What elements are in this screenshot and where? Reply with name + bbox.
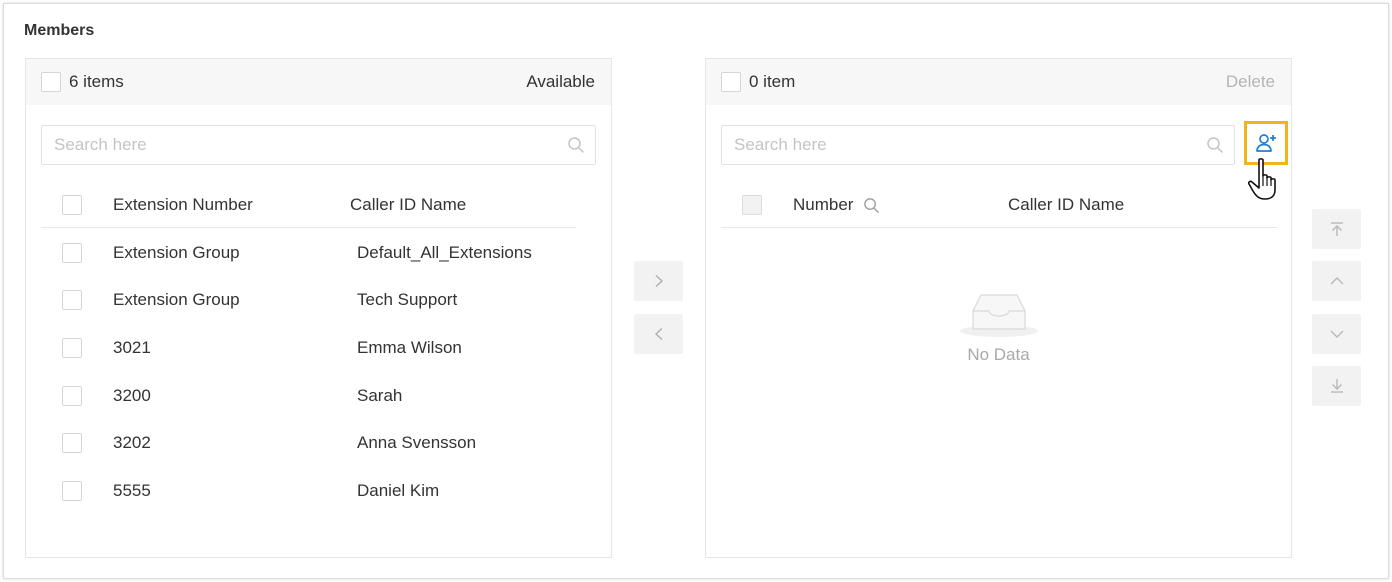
available-panel: 6 items Available Extension Number Calle… (25, 58, 612, 558)
caller-id-name: Sarah (357, 385, 403, 405)
available-panel-header: 6 items Available (26, 59, 611, 105)
search-icon[interactable] (1206, 136, 1224, 154)
selected-count: 0 item (749, 72, 796, 91)
move-to-top-button[interactable] (1312, 209, 1361, 249)
move-up-button[interactable] (1312, 261, 1361, 301)
extension-number: Extension Group (113, 290, 240, 310)
selected-panel-header: 0 item Delete (706, 59, 1291, 105)
available-title: Available (526, 72, 595, 91)
table-row[interactable]: Extension Group Default_All_Extensions (41, 229, 576, 277)
caller-id-name: Daniel Kim (357, 480, 440, 500)
selected-search[interactable] (721, 125, 1235, 165)
row-checkbox[interactable] (62, 480, 82, 501)
header-checkbox[interactable] (62, 195, 82, 215)
move-down-button[interactable] (1312, 314, 1361, 354)
selected-panel: 0 item Delete Number Caller ID Name (705, 58, 1292, 558)
header-checkbox[interactable] (742, 195, 762, 215)
chevron-down-icon (1330, 330, 1343, 338)
extension-number: 3021 (113, 337, 151, 357)
chevron-up-icon (1330, 277, 1343, 285)
user-plus-icon (1256, 134, 1276, 152)
table-row[interactable]: Extension Group Tech Support (41, 277, 576, 325)
chevron-right-icon (654, 274, 663, 288)
table-row[interactable]: 5555 Daniel Kim (41, 467, 576, 515)
extension-number: Extension Group (113, 242, 240, 262)
caller-id-name: Emma Wilson (357, 337, 462, 357)
available-count: 6 items (69, 72, 124, 91)
empty-state: No Data (706, 287, 1291, 365)
move-to-available-button[interactable] (634, 314, 683, 354)
search-icon[interactable] (863, 197, 880, 214)
empty-inbox-icon (959, 294, 1038, 337)
row-checkbox[interactable] (62, 337, 82, 358)
table-row[interactable]: 3200 Sarah (41, 372, 576, 420)
selected-table: Number Caller ID Name (721, 183, 1277, 228)
column-extension-number: Extension Number (113, 195, 253, 214)
move-to-selected-button[interactable] (634, 261, 683, 301)
selected-table-header: Number Caller ID Name (721, 183, 1277, 228)
table-row[interactable]: 3021 Emma Wilson (41, 324, 576, 372)
row-checkbox[interactable] (62, 433, 82, 454)
column-caller-id-name: Caller ID Name (350, 195, 467, 214)
arrow-to-top-icon (1330, 222, 1343, 236)
caller-id-name: Tech Support (357, 290, 458, 310)
extension-number: 3200 (113, 385, 151, 405)
select-all-available-checkbox[interactable] (41, 72, 61, 92)
selected-search-input[interactable] (732, 134, 1206, 156)
chevron-left-icon (654, 327, 663, 341)
column-caller-id-name: Caller ID Name (1008, 195, 1125, 214)
caller-id-name: Default_All_Extensions (357, 242, 532, 262)
row-checkbox[interactable] (62, 242, 82, 263)
caller-id-name: Anna Svensson (357, 433, 477, 453)
section-title: Members (24, 22, 95, 39)
row-checkbox[interactable] (62, 290, 82, 311)
available-table: Extension Number Caller ID Name Extensio… (41, 183, 576, 515)
table-row[interactable]: 3202 Anna Svensson (41, 419, 576, 467)
delete-button[interactable]: Delete (1226, 72, 1275, 92)
move-to-bottom-button[interactable] (1312, 366, 1361, 406)
row-checkbox[interactable] (62, 385, 82, 406)
extension-number: 3202 (113, 433, 151, 453)
select-all-selected-checkbox[interactable] (721, 72, 741, 92)
available-search[interactable] (41, 125, 596, 165)
available-search-input[interactable] (52, 134, 567, 156)
extension-number: 5555 (113, 480, 151, 500)
arrow-to-bottom-icon (1330, 379, 1343, 393)
hand-cursor-icon (1247, 158, 1276, 200)
search-icon[interactable] (567, 136, 585, 154)
empty-text: No Data (967, 345, 1030, 364)
available-table-header: Extension Number Caller ID Name (41, 183, 576, 228)
column-number: Number (793, 195, 1008, 215)
column-number-label: Number (793, 195, 854, 214)
